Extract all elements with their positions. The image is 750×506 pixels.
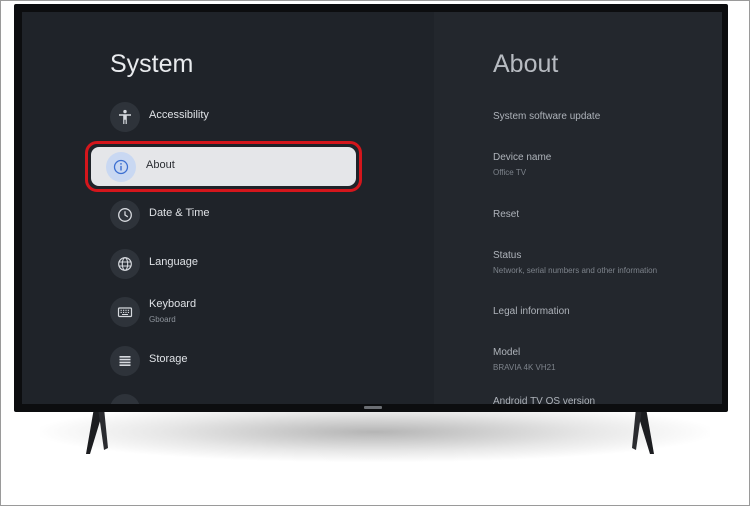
about-panel-title: About [493,50,559,78]
page-title: System [110,50,194,78]
about-item-device-name[interactable]: Device name Office TV [493,152,551,177]
menu-item-label: Keyboard [149,298,197,310]
about-item-reset[interactable]: Reset [493,209,519,220]
about-item-system-software-update[interactable]: System software update [493,111,600,122]
about-item-label: Device name [493,152,552,163]
accessibility-icon [110,102,140,132]
globe-icon [110,249,140,279]
tv-stand-right-leg [632,408,654,454]
tv-brand-logo [364,406,382,409]
tv-screen: System Accessibility About Date & Time L… [22,12,722,404]
about-item-model[interactable]: Model BRAVIA 4K VH21 [493,347,556,372]
about-item-status[interactable]: Status Network, serial numbers and other… [493,250,657,275]
about-item-legal-information[interactable]: Legal information [493,306,570,317]
menu-item-label: Language [149,256,198,268]
system-settings-panel: System Accessibility About Date & Time L… [22,12,434,404]
tv-stand-left-leg [86,408,108,454]
about-item-label: Model [493,347,521,358]
about-item-label: Legal information [493,306,570,317]
about-item-label: Reset [493,209,520,220]
menu-item-label: Date & Time [149,207,210,219]
about-item-label: Android TV OS version [493,396,596,404]
menu-item-label: Storage [149,353,188,365]
about-panel: About System software update Device name… [434,12,722,404]
next-menu-item-icon [110,394,140,404]
clock-icon [110,200,140,230]
menu-item-about[interactable]: About [91,147,356,186]
about-item-sublabel: BRAVIA 4K VH21 [493,363,556,372]
about-item-sublabel: Network, serial numbers and other inform… [493,266,658,275]
keyboard-icon [110,297,140,327]
menu-item-label: Accessibility [149,109,209,121]
about-item-sublabel: Office TV [493,168,527,177]
menu-item-label: About [146,159,175,171]
about-item-label: System software update [493,111,601,122]
info-icon [106,152,136,182]
about-item-label: Status [493,250,522,261]
menu-item-sublabel: Gboard [149,315,176,324]
storage-icon [110,346,140,376]
about-item-android-tv-os-version[interactable]: Android TV OS version [493,396,595,404]
menu-item-about-highlight: About [85,141,362,192]
